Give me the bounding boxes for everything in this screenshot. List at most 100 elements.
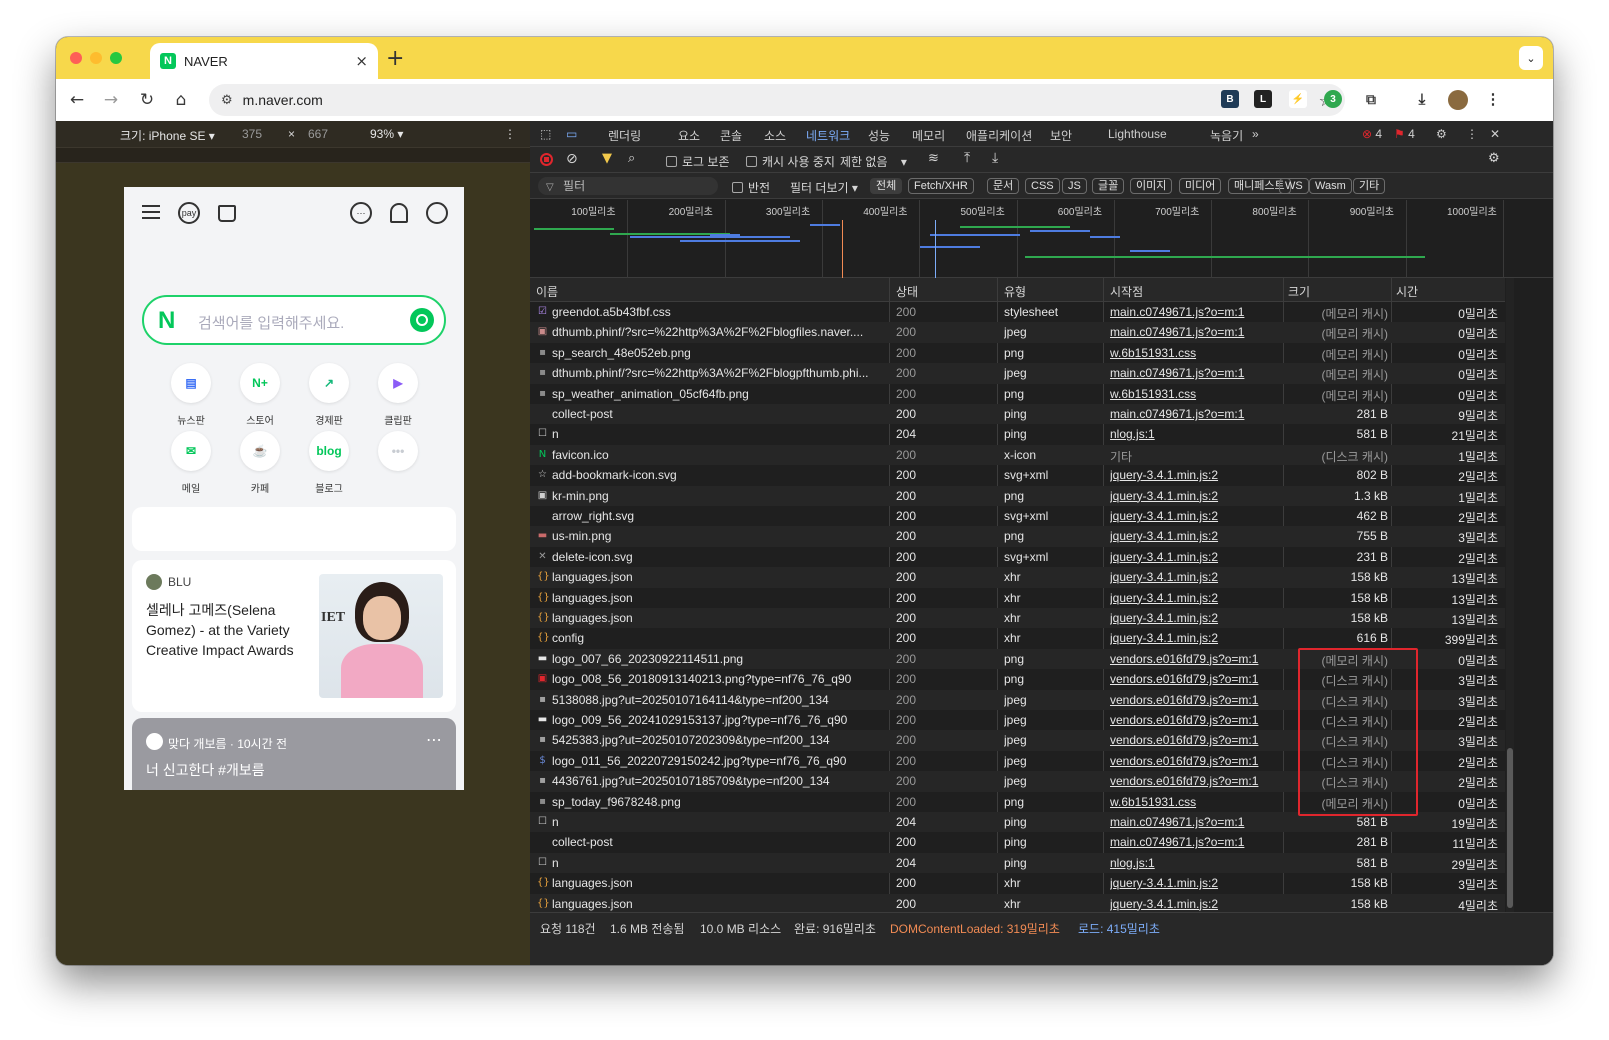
devtools-tab[interactable]: 애플리케이션 (966, 127, 1032, 144)
extension-2-icon[interactable]: L (1254, 90, 1272, 108)
request-initiator[interactable]: jquery-3.4.1.min.js:2 (1110, 631, 1286, 645)
browser-tab-naver[interactable]: N NAVER × (150, 43, 378, 79)
preserve-log-checkbox[interactable]: 로그 보존 (666, 153, 730, 170)
request-initiator[interactable]: vendors.e016fd79.js?o=m:1 (1110, 733, 1286, 747)
device-toggle-icon[interactable]: ▭ (566, 127, 577, 141)
issue-count-badge[interactable]: ⚑ 4 (1394, 127, 1415, 141)
request-row[interactable]: {} languages.json 200 xhr jquery-3.4.1.min.j… (530, 608, 1505, 629)
search-submit-icon[interactable] (410, 308, 434, 332)
filter-chip[interactable]: WS (1279, 178, 1309, 194)
service-news[interactable]: ▤ 뉴스판 (161, 363, 221, 427)
request-initiator[interactable]: main.c0749671.js?o=m:1 (1110, 366, 1286, 380)
device-width-input[interactable]: 375 (242, 127, 262, 141)
request-row[interactable]: ▬ us-min.png 200 png jquery-3.4.1.min.js:2 75… (530, 526, 1505, 547)
devtools-tab[interactable]: 네트워크 (799, 127, 857, 149)
request-row[interactable]: ▪ sp_search_48e052eb.png 200 png w.6b151931.… (530, 343, 1505, 363)
new-tab-button[interactable]: + (386, 46, 404, 71)
request-initiator[interactable]: jquery-3.4.1.min.js:2 (1110, 897, 1286, 911)
filter-input[interactable]: ▽ 필터 (538, 177, 718, 195)
extension-3-icon[interactable]: ⚡ (1289, 90, 1307, 108)
request-row[interactable]: ▪ dthumb.phinf/?src=%22http%3A%2F%2Fblogp… (530, 363, 1505, 384)
request-row[interactable]: ▪ sp_weather_animation_05cf64fb.png 200 png… (530, 384, 1505, 404)
request-initiator[interactable]: vendors.e016fd79.js?o=m:1 (1110, 652, 1286, 666)
devtools-tab[interactable]: 녹음기 (1210, 127, 1243, 144)
service-blog[interactable]: blog 블로그 (299, 431, 359, 495)
request-row[interactable]: {} languages.json 200 xhr jquery-3.4.1.min.j… (530, 893, 1505, 912)
site-info-icon[interactable]: ⚙ (221, 93, 233, 108)
request-row[interactable]: {} languages.json 200 xhr jquery-3.4.1.min.j… (530, 588, 1505, 608)
column-status-header[interactable]: 상태 (896, 283, 918, 300)
more-filters-button[interactable]: 필터 더보기 ▾ (790, 179, 858, 196)
devtools-menu-icon[interactable]: ⋮ (1466, 127, 1478, 141)
request-initiator[interactable]: main.c0749671.js?o=m:1 (1110, 835, 1286, 849)
disable-cache-checkbox[interactable]: 캐시 사용 중지 (746, 153, 835, 170)
request-initiator[interactable]: w.6b151931.css (1110, 346, 1286, 360)
filter-funnel-icon[interactable]: ▼ (602, 151, 612, 166)
request-initiator[interactable]: nlog.js:1 (1110, 856, 1286, 870)
devtools-tab[interactable]: 렌더링 (608, 127, 641, 144)
search-icon[interactable]: ⌕ (628, 151, 635, 166)
browser-menu-icon[interactable]: ⋮ (1484, 90, 1502, 108)
profile-avatar[interactable] (1448, 90, 1468, 110)
scrollbar-thumb[interactable] (1507, 748, 1513, 908)
back-arrow-icon[interactable]: ← (64, 87, 90, 113)
extension-4-icon[interactable]: 3 (1324, 90, 1342, 108)
request-row[interactable]: ✕ delete-icon.svg 200 svg+xml jquery-3.4.1.m… (530, 547, 1505, 567)
devtools-tab[interactable]: 소스 (764, 127, 786, 144)
filter-chip[interactable]: 기타 (1353, 178, 1386, 194)
tab-search-chevron-icon[interactable]: ⌄ (1519, 46, 1543, 70)
filter-chip[interactable]: Fetch/XHR (908, 178, 974, 194)
device-more-icon[interactable]: ⋮ (504, 127, 516, 141)
request-initiator[interactable]: jquery-3.4.1.min.js:2 (1110, 570, 1286, 584)
request-row[interactable]: collect-post 200 ping main.c0749671.js?o=m:… (530, 832, 1505, 852)
column-size-header[interactable]: 크기 (1288, 283, 1310, 300)
request-initiator[interactable]: w.6b151931.css (1110, 795, 1286, 809)
filter-chip[interactable]: 전체 (870, 178, 903, 194)
zoom-select[interactable]: 93% ▾ (370, 127, 403, 141)
filter-chip[interactable]: 미디어 (1179, 178, 1222, 194)
throttle-select[interactable]: 제한 없음 ▾ (840, 153, 907, 170)
notification-bell-icon[interactable] (390, 203, 408, 223)
column-name-header[interactable]: 이름 (536, 283, 558, 300)
request-row[interactable]: Nfavicon.ico 200 x-icon 기타 (디스크 캐시) 1밀리초 (530, 444, 1505, 466)
minimize-window-button[interactable] (90, 52, 102, 64)
request-row[interactable]: arrow_right.svg 200 svg+xml jquery-3.4.1.mi… (530, 506, 1505, 526)
request-initiator[interactable]: jquery-3.4.1.min.js:2 (1110, 529, 1286, 543)
devtools-tab[interactable]: 보안 (1050, 127, 1072, 144)
extension-1-icon[interactable]: B (1221, 90, 1239, 108)
request-row[interactable]: ☑ greendot.a5b43fbf.css 200 stylesheet main.… (530, 302, 1505, 322)
filter-chip[interactable]: CSS (1025, 178, 1060, 194)
service-more[interactable]: ••• (368, 431, 428, 480)
chat-icon[interactable]: ⋯ (350, 202, 372, 224)
feed-card[interactable]: 맞다 개보름 · 10시간 전 ⋯ 너 신고한다 #개보름 (132, 718, 456, 790)
devtools-settings-icon[interactable]: ⚙ (1436, 127, 1447, 141)
request-initiator[interactable]: main.c0749671.js?o=m:1 (1110, 305, 1286, 319)
error-count-badge[interactable]: ⊗ 4 (1362, 127, 1382, 141)
service-store[interactable]: N+ 스토어 (230, 363, 290, 427)
request-row[interactable]: ☆ add-bookmark-icon.svg 200 svg+xml jquery-3… (530, 465, 1505, 485)
request-initiator[interactable]: vendors.e016fd79.js?o=m:1 (1110, 693, 1286, 707)
forward-arrow-icon[interactable]: → (98, 87, 124, 113)
request-initiator[interactable]: nlog.js:1 (1110, 427, 1286, 441)
account-icon[interactable] (426, 202, 448, 224)
request-row[interactable]: {} languages.json 200 xhr jquery-3.4.1.min.j… (530, 567, 1505, 588)
request-row[interactable]: ▣ dthumb.phinf/?src=%22http%3A%2F%2Fblogf… (530, 322, 1505, 343)
export-har-icon[interactable]: ⤓ (992, 150, 998, 166)
close-window-button[interactable] (70, 52, 82, 64)
hamburger-menu-icon[interactable] (142, 205, 160, 219)
devtools-tab[interactable]: 요소 (678, 127, 700, 144)
request-row[interactable]: collect-post 200 ping main.c0749671.js?o=m:… (530, 404, 1505, 425)
request-initiator[interactable]: jquery-3.4.1.min.js:2 (1110, 876, 1286, 890)
request-row[interactable]: {} config 200 xhr jquery-3.4.1.min.js:2 616 B… (530, 628, 1505, 648)
more-tabs-button[interactable]: » (1252, 127, 1259, 141)
request-initiator[interactable]: w.6b151931.css (1110, 387, 1286, 401)
devtools-tab[interactable]: Lighthouse (1108, 127, 1167, 141)
column-initiator-header[interactable]: 시작점 (1110, 283, 1143, 300)
request-initiator[interactable]: jquery-3.4.1.min.js:2 (1110, 468, 1286, 482)
service-economy[interactable]: ↗ 경제판 (299, 363, 359, 427)
address-bar[interactable]: ⚙ m.naver.com ☆ (209, 84, 1345, 116)
search-input[interactable]: 검색어를 입력해주세요. (198, 312, 344, 333)
request-initiator[interactable]: vendors.e016fd79.js?o=m:1 (1110, 774, 1286, 788)
request-row[interactable]: ☐ n 204 ping nlog.js:1 581 B 29밀리초 (530, 852, 1505, 874)
filter-chip[interactable]: JS (1062, 178, 1087, 194)
